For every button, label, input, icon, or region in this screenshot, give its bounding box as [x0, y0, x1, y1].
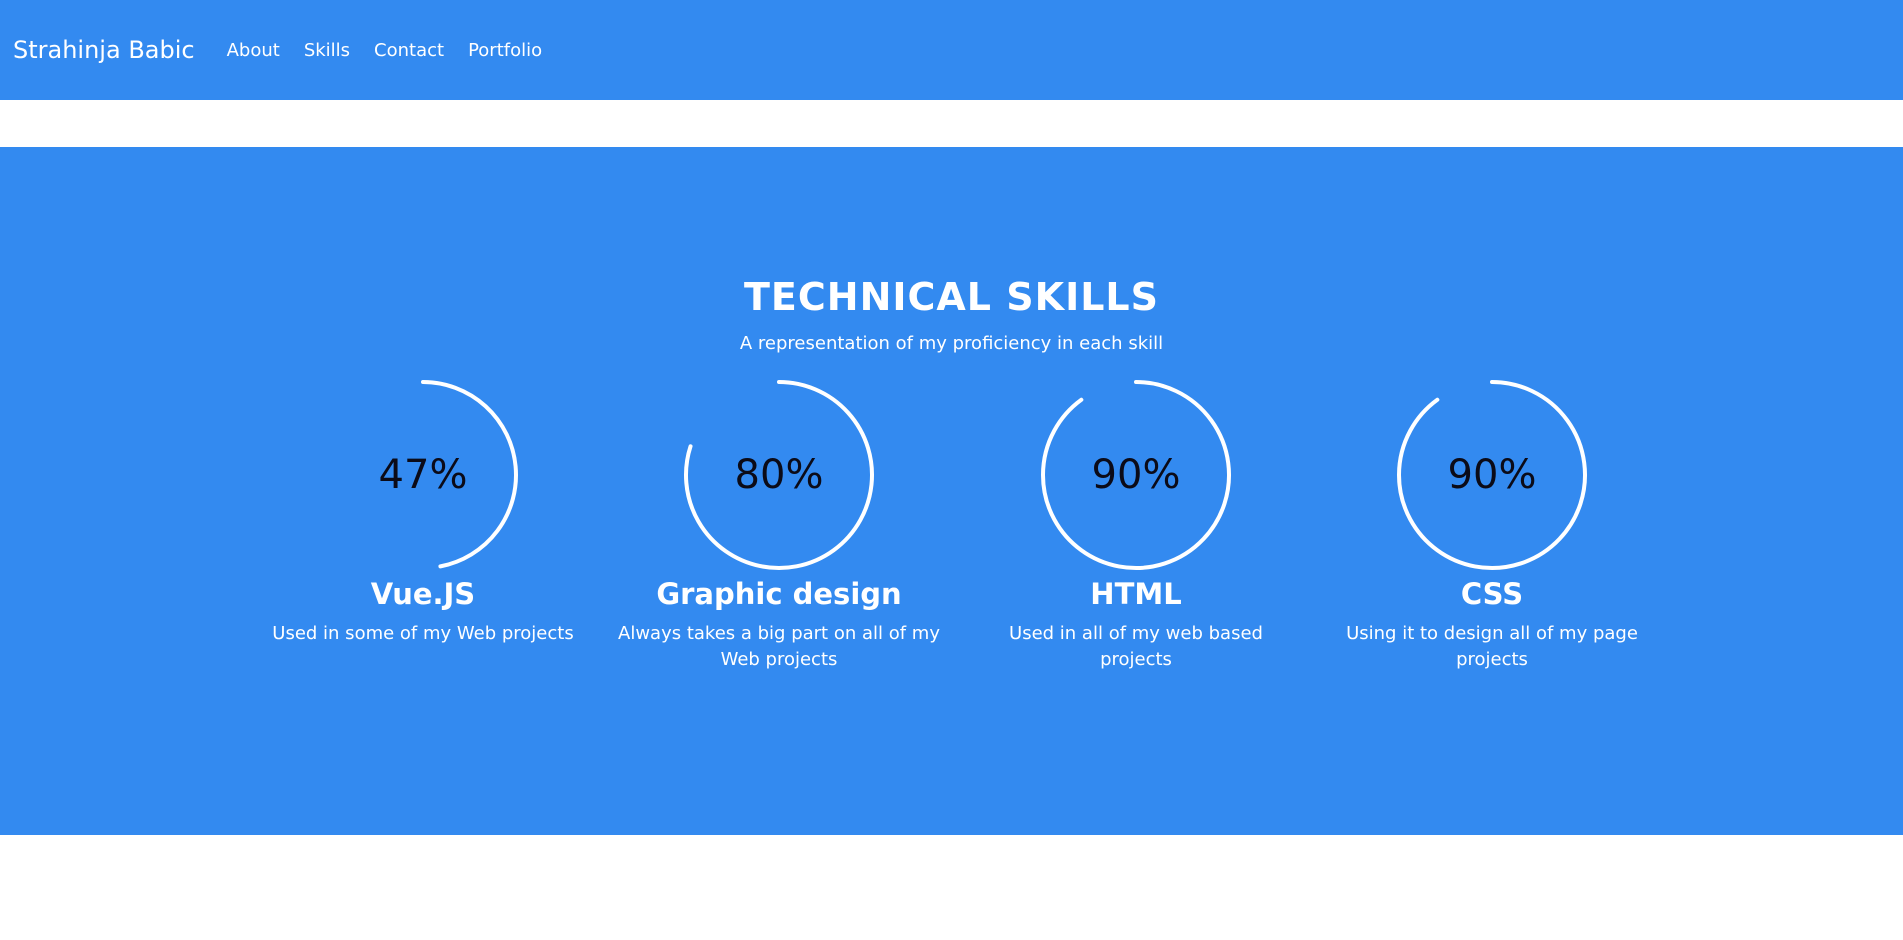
section-title: TECHNICAL SKILLS — [744, 275, 1159, 319]
skill-card-html: 90% HTML Used in all of my web based pro… — [971, 375, 1301, 673]
skill-name: Vue.JS — [370, 577, 476, 611]
skills-section: TECHNICAL SKILLS A representation of my … — [0, 147, 1903, 835]
skill-name: HTML — [1090, 577, 1182, 611]
skill-percent: 90% — [1091, 452, 1181, 498]
skill-name: Graphic design — [656, 577, 902, 611]
skill-card-vuejs: 47% Vue.JS Used in some of my Web projec… — [258, 375, 588, 647]
progress-gauge: 80% — [679, 375, 879, 575]
skill-description: Using it to design all of my page projec… — [1346, 623, 1638, 670]
skill-percent: 80% — [734, 452, 824, 498]
skill-description: Used in all of my web based projects — [1009, 623, 1263, 670]
skill-description: Always takes a big part on all of my Web… — [618, 623, 940, 670]
nav-link-contact[interactable]: Contact — [374, 40, 444, 61]
nav-link-portfolio[interactable]: Portfolio — [468, 40, 542, 61]
progress-gauge: 47% — [323, 375, 523, 575]
skill-percent: 47% — [378, 452, 468, 498]
skill-percent: 90% — [1447, 452, 1537, 498]
nav-links: About Skills Contact Portfolio — [215, 40, 555, 61]
progress-gauge: 90% — [1392, 375, 1592, 575]
progress-gauge: 90% — [1036, 375, 1236, 575]
navbar: Strahinja Babic About Skills Contact Por… — [0, 0, 1903, 100]
section-subtitle: A representation of my proficiency in ea… — [739, 333, 1164, 354]
nav-link-about[interactable]: About — [227, 40, 280, 61]
nav-link-skills[interactable]: Skills — [304, 40, 350, 61]
skill-card-graphic-design: 80% Graphic design Always takes a big pa… — [614, 375, 944, 673]
skill-card-css: 90% CSS Using it to design all of my pag… — [1327, 375, 1657, 673]
skill-description: Used in some of my Web projects — [272, 623, 574, 644]
brand-link[interactable]: Strahinja Babic — [13, 36, 195, 64]
skill-name: CSS — [1460, 577, 1524, 611]
